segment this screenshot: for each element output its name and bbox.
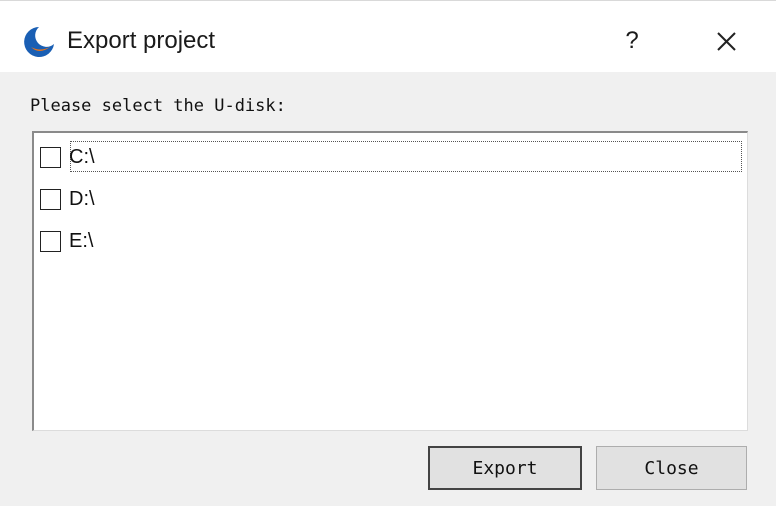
title-bar[interactable]: Export project ?	[0, 0, 776, 72]
select-disk-prompt: Please select the U-disk:	[30, 96, 286, 116]
drive-c-label: C:\	[69, 145, 95, 168]
drive-list[interactable]: C:\ D:\ E:\	[32, 131, 748, 431]
close-button[interactable]: Close	[596, 446, 747, 490]
drive-e-label: E:\	[69, 229, 94, 252]
drive-c-checkbox[interactable]	[40, 146, 61, 168]
close-icon[interactable]	[703, 21, 749, 61]
list-item-drive-c[interactable]: C:\	[40, 141, 95, 173]
export-project-dialog: Export project ? Please select the U-dis…	[0, 0, 776, 506]
focus-indicator	[70, 141, 742, 172]
help-button[interactable]: ?	[612, 21, 652, 61]
drive-d-checkbox[interactable]	[40, 188, 61, 210]
moon-logo-icon	[24, 27, 54, 57]
drive-e-checkbox[interactable]	[40, 230, 61, 252]
drive-d-label: D:\	[69, 187, 95, 210]
list-item-drive-e[interactable]: E:\	[40, 225, 93, 257]
export-button[interactable]: Export	[428, 446, 582, 490]
window-title: Export project	[67, 27, 216, 54]
list-item-drive-d[interactable]: D:\	[40, 183, 95, 215]
